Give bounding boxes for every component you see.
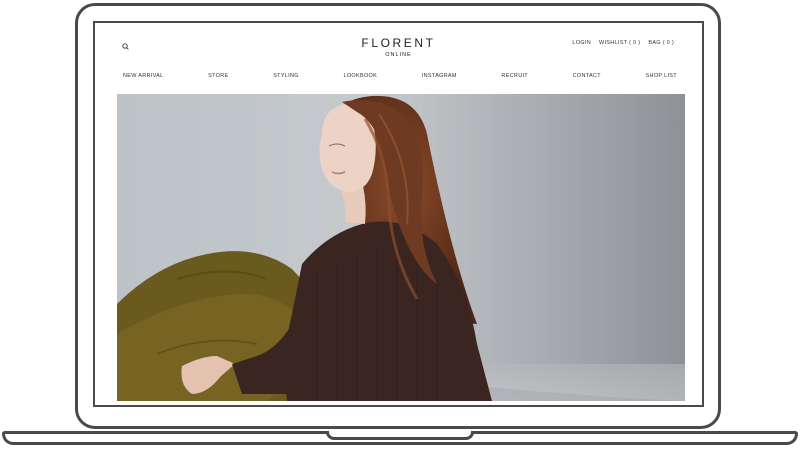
laptop-mockup: FLORENT ONLINE LOGIN WISHLIST ( 0 ) BAG … [0,0,800,456]
nav-item-lookbook[interactable]: LOOKBOOK [344,73,378,79]
logo-subtitle: ONLINE [385,52,412,58]
hero-image[interactable] [117,94,685,401]
nav-item-shop-list[interactable]: SHOP LIST [646,73,677,79]
laptop-screen: FLORENT ONLINE LOGIN WISHLIST ( 0 ) BAG … [93,21,704,407]
bag-link[interactable]: BAG ( 0 ) [648,40,674,46]
nav-item-recruit[interactable]: RECRUIT [501,73,528,79]
laptop-base-notch [326,431,474,440]
utility-nav: LOGIN WISHLIST ( 0 ) BAG ( 0 ) [572,40,674,46]
nav-item-styling[interactable]: STYLING [273,73,299,79]
nav-item-store[interactable]: STORE [208,73,228,79]
wishlist-link[interactable]: WISHLIST ( 0 ) [599,40,640,46]
nav-item-instagram[interactable]: INSTAGRAM [422,73,457,79]
nav-item-contact[interactable]: CONTACT [573,73,601,79]
main-nav: NEW ARRIVAL STORE STYLING LOOKBOOK INSTA… [123,73,677,79]
hero-photo [117,94,685,401]
site-header: FLORENT ONLINE LOGIN WISHLIST ( 0 ) BAG … [95,23,702,93]
login-link[interactable]: LOGIN [572,40,591,46]
nav-item-new-arrival[interactable]: NEW ARRIVAL [123,73,163,79]
